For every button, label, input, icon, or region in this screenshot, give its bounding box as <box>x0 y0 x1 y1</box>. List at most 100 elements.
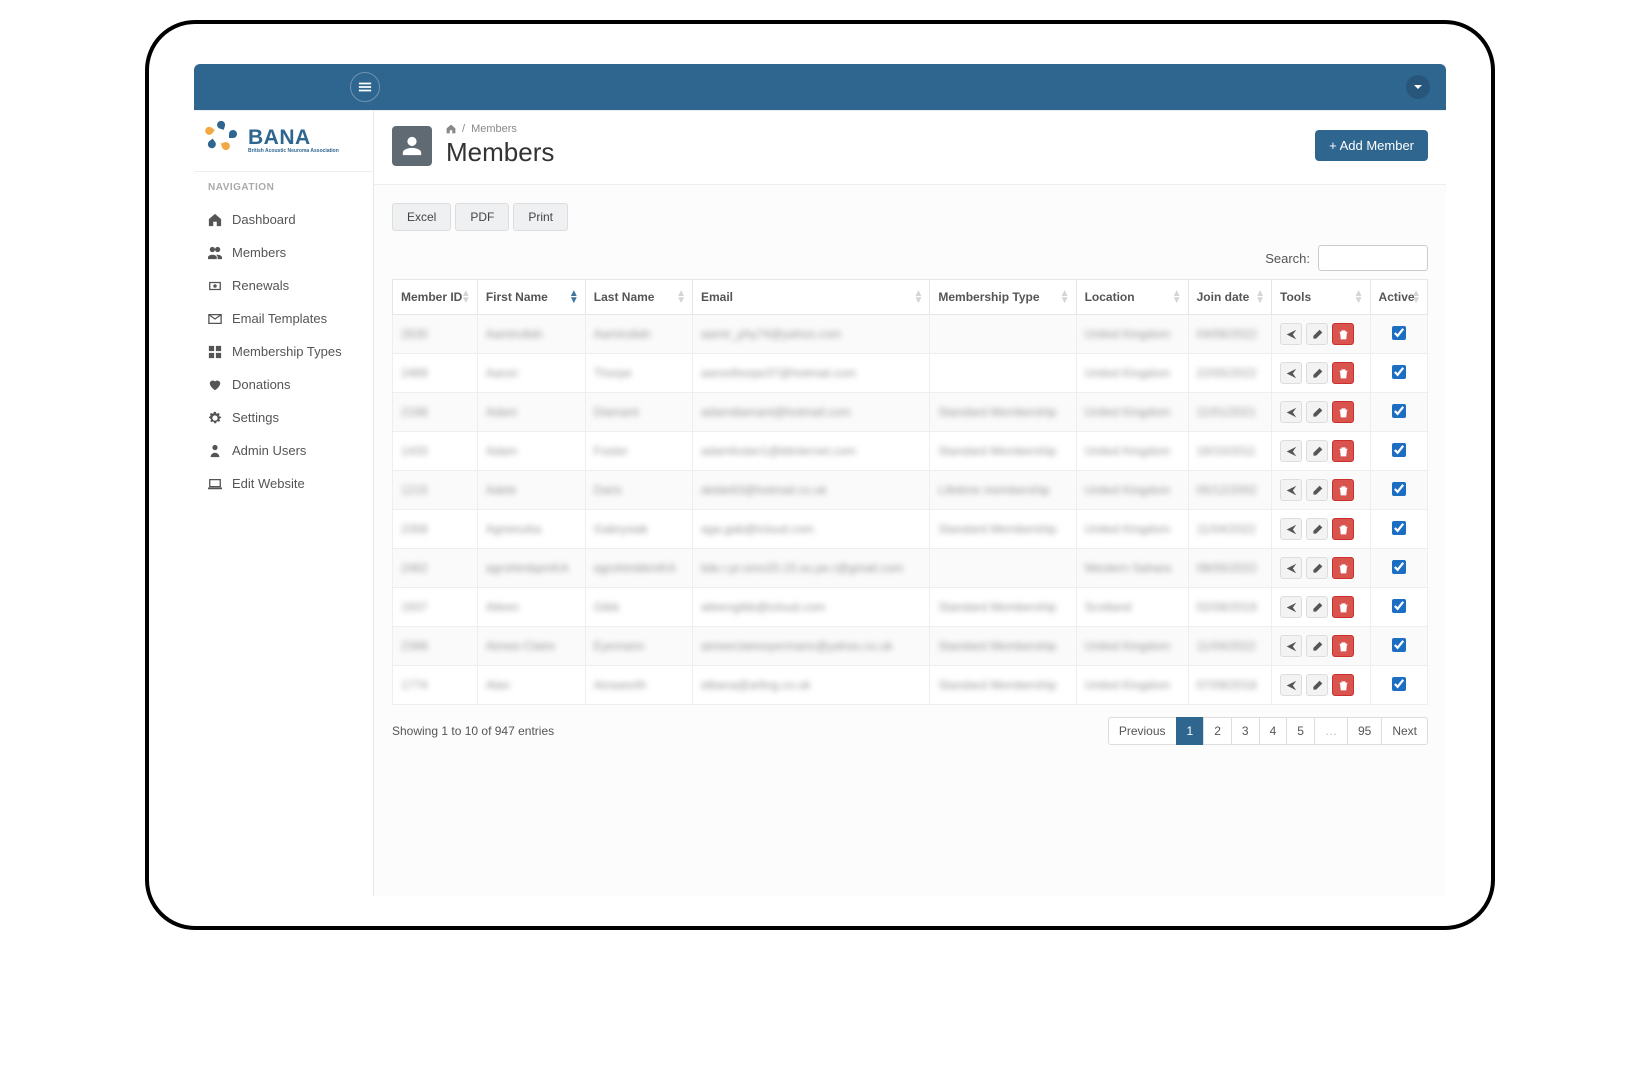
table-cell: adamfoster1@btinternet.com <box>692 432 929 471</box>
column-header[interactable]: Last Name▲▼ <box>585 280 692 315</box>
column-header[interactable]: Member ID▲▼ <box>393 280 478 315</box>
column-header[interactable]: Active▲▼ <box>1370 280 1427 315</box>
pager-page: … <box>1314 717 1348 745</box>
active-checkbox[interactable] <box>1392 443 1406 457</box>
pager-page[interactable]: 5 <box>1286 717 1315 745</box>
delete-button[interactable] <box>1332 674 1354 696</box>
table-cell: aga.gab@icloud.com <box>692 510 929 549</box>
column-header[interactable]: First Name▲▼ <box>477 280 585 315</box>
edit-button[interactable] <box>1306 479 1328 501</box>
edit-button[interactable] <box>1306 557 1328 579</box>
search-label: Search: <box>1265 251 1310 266</box>
table-cell: United Kingdom <box>1076 627 1188 666</box>
admin-icon <box>208 444 222 458</box>
table-row: 1937AileenGibbaileengibb@icloud.comStand… <box>393 588 1428 627</box>
active-checkbox[interactable] <box>1392 638 1406 652</box>
send-button[interactable] <box>1280 479 1302 501</box>
delete-button[interactable] <box>1332 401 1354 423</box>
sidebar-item-email-templates[interactable]: Email Templates <box>194 302 373 335</box>
column-header[interactable]: Membership Type▲▼ <box>930 280 1076 315</box>
send-button[interactable] <box>1280 518 1302 540</box>
sidebar-item-membership-types[interactable]: Membership Types <box>194 335 373 368</box>
active-cell <box>1370 588 1427 627</box>
export-print-button[interactable]: Print <box>513 203 568 231</box>
edit-button[interactable] <box>1306 440 1328 462</box>
sidebar-item-label: Settings <box>232 410 279 425</box>
active-checkbox[interactable] <box>1392 365 1406 379</box>
pager-next[interactable]: Next <box>1381 717 1428 745</box>
column-header[interactable]: Location▲▼ <box>1076 280 1188 315</box>
edit-button[interactable] <box>1306 518 1328 540</box>
send-button[interactable] <box>1280 674 1302 696</box>
table-row: 2368Aimee-ClaireEyemannaimeeclaireeyerma… <box>393 627 1428 666</box>
pager-page[interactable]: 3 <box>1231 717 1260 745</box>
table-cell: Standard Membership <box>930 432 1076 471</box>
table-cell: 2368 <box>393 627 478 666</box>
send-button[interactable] <box>1280 635 1302 657</box>
send-button[interactable] <box>1280 596 1302 618</box>
pager-page[interactable]: 1 <box>1176 717 1205 745</box>
edit-button[interactable] <box>1306 674 1328 696</box>
pager-page[interactable]: 95 <box>1347 717 1382 745</box>
send-button[interactable] <box>1280 557 1302 579</box>
delete-button[interactable] <box>1332 362 1354 384</box>
active-checkbox[interactable] <box>1392 482 1406 496</box>
table-cell: Daris <box>585 471 692 510</box>
sidebar-item-label: Membership Types <box>232 344 342 359</box>
column-header[interactable]: Join date▲▼ <box>1188 280 1271 315</box>
export-excel-button[interactable]: Excel <box>392 203 451 231</box>
column-header[interactable]: Email▲▼ <box>692 280 929 315</box>
table-row: 1433AdamFosteradamfoster1@btinternet.com… <box>393 432 1428 471</box>
edit-button[interactable] <box>1306 635 1328 657</box>
column-header[interactable]: Tools▲▼ <box>1272 280 1371 315</box>
search-input[interactable] <box>1318 245 1428 271</box>
send-button[interactable] <box>1280 362 1302 384</box>
send-button[interactable] <box>1280 323 1302 345</box>
delete-button[interactable] <box>1332 635 1354 657</box>
pager-page[interactable]: 4 <box>1259 717 1288 745</box>
laptop-icon <box>208 477 222 491</box>
pager-previous[interactable]: Previous <box>1108 717 1177 745</box>
edit-button[interactable] <box>1306 596 1328 618</box>
sidebar-item-members[interactable]: Members <box>194 236 373 269</box>
delete-button[interactable] <box>1332 518 1354 540</box>
sidebar-item-settings[interactable]: Settings <box>194 401 373 434</box>
sidebar-toggle-button[interactable] <box>350 72 380 102</box>
send-button[interactable] <box>1280 401 1302 423</box>
pager-page[interactable]: 2 <box>1203 717 1232 745</box>
active-cell <box>1370 354 1427 393</box>
active-checkbox[interactable] <box>1392 521 1406 535</box>
table-cell: aimeeclaireeyermann@yahoo.co.uk <box>692 627 929 666</box>
sidebar-item-donations[interactable]: Donations <box>194 368 373 401</box>
delete-button[interactable] <box>1332 323 1354 345</box>
edit-button[interactable] <box>1306 362 1328 384</box>
table-cell: United Kingdom <box>1076 432 1188 471</box>
delete-button[interactable] <box>1332 557 1354 579</box>
send-button[interactable] <box>1280 440 1302 462</box>
sidebar-item-edit-website[interactable]: Edit Website <box>194 467 373 500</box>
edit-button[interactable] <box>1306 401 1328 423</box>
table-cell: Aamirullah <box>477 315 585 354</box>
active-checkbox[interactable] <box>1392 677 1406 691</box>
table-cell: Alan <box>477 666 585 705</box>
user-menu-toggle[interactable] <box>1406 75 1430 99</box>
delete-button[interactable] <box>1332 596 1354 618</box>
active-checkbox[interactable] <box>1392 326 1406 340</box>
table-cell: United Kingdom <box>1076 510 1188 549</box>
active-checkbox[interactable] <box>1392 560 1406 574</box>
table-cell: United Kingdom <box>1076 315 1188 354</box>
delete-button[interactable] <box>1332 440 1354 462</box>
tools-cell <box>1272 315 1371 354</box>
sidebar-item-renewals[interactable]: Renewals <box>194 269 373 302</box>
edit-button[interactable] <box>1306 323 1328 345</box>
sidebar-item-admin-users[interactable]: Admin Users <box>194 434 373 467</box>
table-cell: Standard Membership <box>930 510 1076 549</box>
active-checkbox[interactable] <box>1392 404 1406 418</box>
renew-icon <box>208 279 222 293</box>
delete-button[interactable] <box>1332 479 1354 501</box>
table-cell: delde63@hotmail.co.uk <box>692 471 929 510</box>
sidebar-item-dashboard[interactable]: Dashboard <box>194 203 373 236</box>
add-member-button[interactable]: + Add Member <box>1315 130 1428 161</box>
export-pdf-button[interactable]: PDF <box>455 203 509 231</box>
active-checkbox[interactable] <box>1392 599 1406 613</box>
